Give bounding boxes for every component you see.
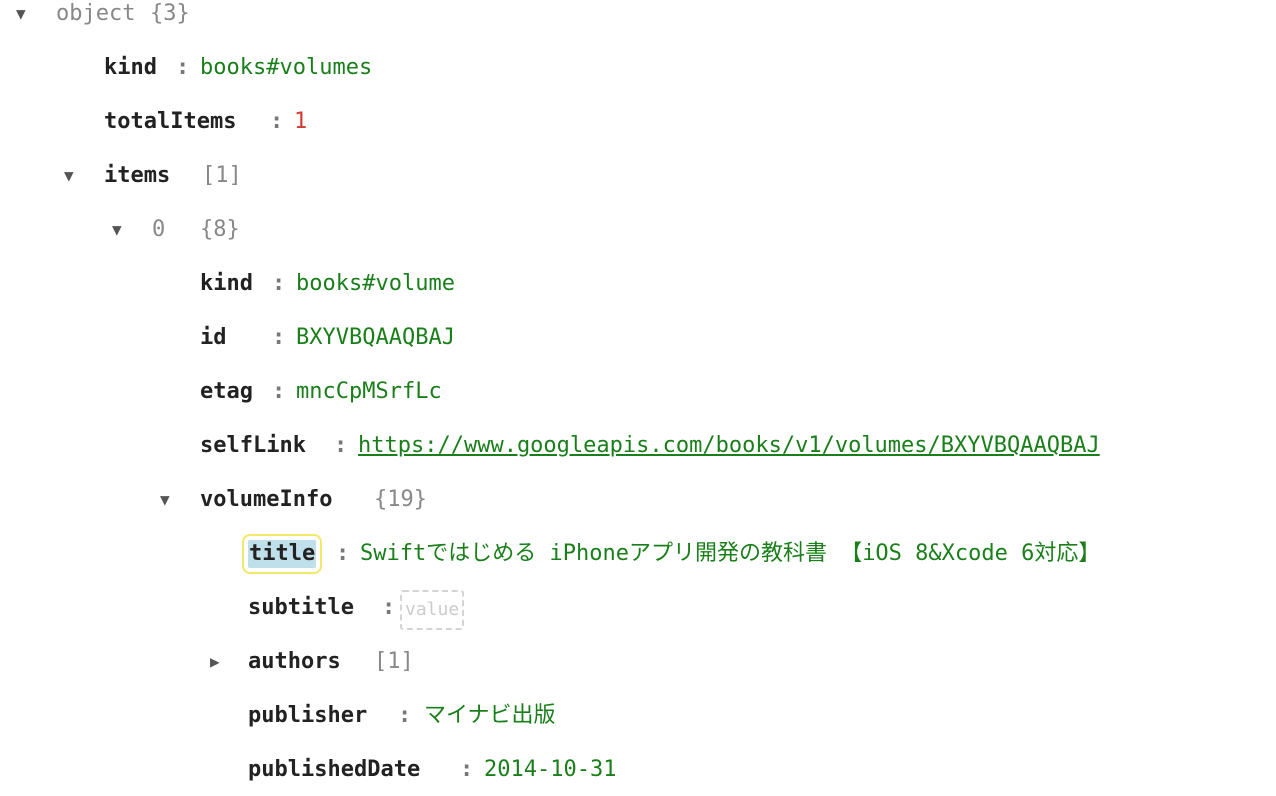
value-kind[interactable]: books#volume [296,270,455,298]
key-items[interactable]: items [104,162,170,190]
key-kind[interactable]: kind [200,270,253,298]
colon-separator: : [270,109,284,134]
key-etag[interactable]: etag [200,378,253,406]
colon-separator: : [398,703,412,728]
expanded-triangle-icon[interactable]: ▼ [160,486,170,514]
key-publishedDate[interactable]: publishedDate [248,756,420,784]
key-volumeInfo[interactable]: volumeInfo [200,486,332,514]
key-totalItems[interactable]: totalItems [104,108,236,136]
key-index-0[interactable]: 0 [152,216,165,244]
colon-separator: : [382,595,396,620]
value-totalItems[interactable]: 1 [294,108,307,136]
expanded-triangle-icon[interactable]: ▼ [64,162,74,190]
value-id[interactable]: BXYVBQAAQBAJ [296,324,455,352]
value-selfLink-link[interactable]: https://www.googleapis.com/books/v1/volu… [358,432,1100,460]
root-label[interactable]: object [56,0,135,28]
value-subtitle-empty-field[interactable]: value [400,590,465,630]
colon-separator: : [272,271,286,296]
collapsed-triangle-icon[interactable]: ▶ [210,648,220,676]
colon-separator: : [334,433,348,458]
key-subtitle[interactable]: subtitle [248,594,354,622]
colon-separator: : [336,541,350,566]
key-title-selected[interactable]: title [241,534,323,574]
colon-separator: : [272,325,286,350]
authors-count: [1] [374,649,414,674]
key-authors[interactable]: authors [248,648,341,676]
value-publisher[interactable]: マイナビ出版 [424,702,556,730]
key-id[interactable]: id [200,324,227,352]
colon-separator: : [176,55,190,80]
colon-separator: : [460,757,474,782]
root-count: {3} [150,1,190,26]
expanded-triangle-icon[interactable]: ▼ [16,0,26,28]
key-publisher[interactable]: publisher [248,702,367,730]
value-etag[interactable]: mncCpMSrfLc [296,378,442,406]
key-selfLink[interactable]: selfLink [200,432,306,460]
key-kind[interactable]: kind [104,54,157,82]
value-title[interactable]: Swiftではじめる iPhoneアプリ開発の教科書 【iOS 8&Xcode … [360,540,1100,568]
value-publishedDate[interactable]: 2014-10-31 [484,756,616,784]
volumeInfo-count: {19} [374,487,427,512]
expanded-triangle-icon[interactable]: ▼ [112,216,122,244]
colon-separator: : [272,379,286,404]
items-count: [1] [202,163,242,188]
item-0-count: {8} [200,217,240,242]
value-kind[interactable]: books#volumes [200,54,372,82]
json-tree-viewer: ▼ object {3} kind : books#volumes totalI… [0,0,1276,796]
